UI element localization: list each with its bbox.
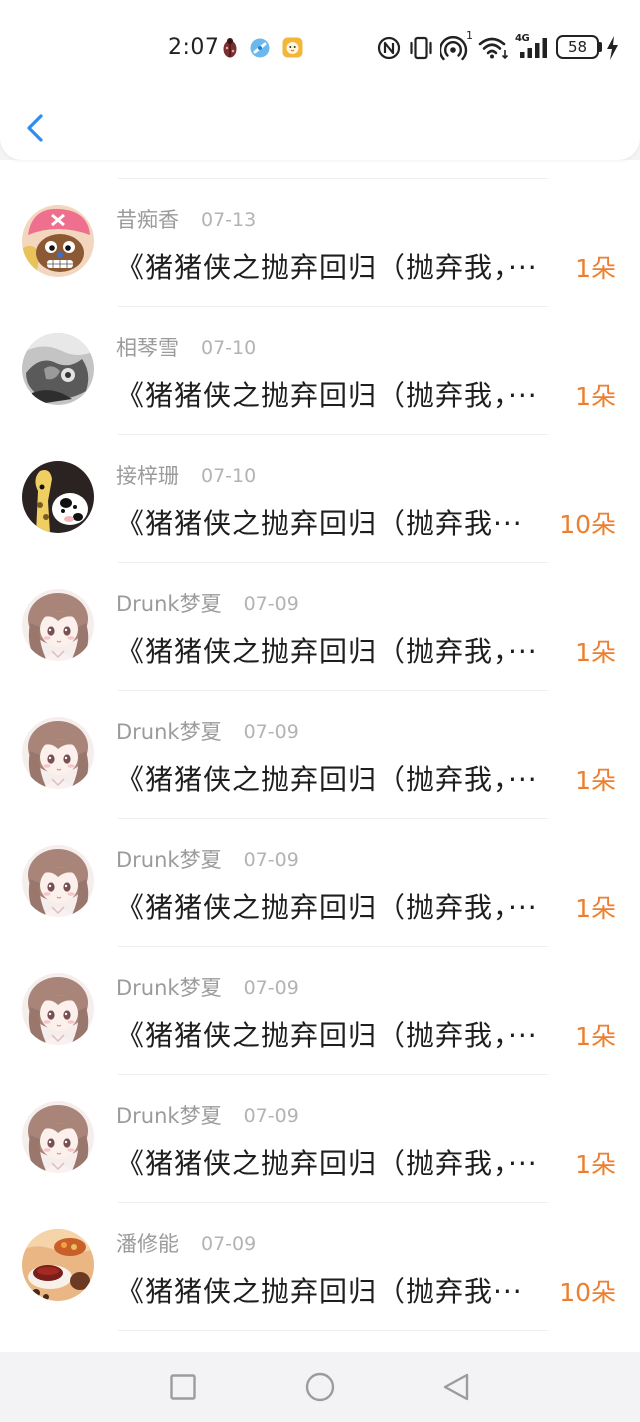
send-date: 07-09: [243, 593, 299, 615]
name-row: 昔痴香 07-13: [116, 207, 256, 233]
vibrate-icon: [410, 36, 432, 60]
list-item[interactable]: 昔痴香 07-13 《猪猪侠之抛弃回归（抛弃我，··· 1朵: [0, 178, 640, 306]
list-item[interactable]: 潘修能 07-09 《猪猪侠之抛弃回归（抛弃我··· 10朵: [0, 1202, 640, 1331]
sender-name: 相琴雪: [116, 336, 179, 360]
send-date: 07-09: [243, 977, 299, 999]
avatar[interactable]: [22, 1101, 94, 1173]
send-date: 07-09: [243, 721, 299, 743]
ladybug-app-icon: [223, 38, 237, 58]
gift-count: 1朵: [575, 894, 616, 923]
gift-message: 《猪猪侠之抛弃回归（抛弃我，···: [116, 379, 538, 412]
back-icon[interactable]: [441, 1372, 471, 1402]
send-date: 07-13: [201, 209, 257, 231]
gift-message: 《猪猪侠之抛弃回归（抛弃我，···: [116, 1019, 538, 1052]
sender-name: Drunk梦夏: [116, 848, 222, 872]
send-date: 07-09: [243, 1105, 299, 1127]
charging-icon: [607, 36, 618, 60]
sender-name: 昔痴香: [116, 208, 179, 232]
gift-message: 《猪猪侠之抛弃回归（抛弃我，···: [116, 251, 538, 284]
blue-app-icon: [250, 38, 270, 58]
back-button[interactable]: [16, 106, 56, 150]
recent-apps-icon[interactable]: [168, 1372, 198, 1402]
gift-count: 1朵: [575, 382, 616, 411]
avatar[interactable]: [22, 205, 94, 277]
list-item[interactable]: 接梓珊 07-10 《猪猪侠之抛弃回归（抛弃我··· 10朵: [0, 434, 640, 562]
gift-count: 1朵: [575, 1022, 616, 1051]
send-date: 07-09: [243, 849, 299, 871]
sender-name: Drunk梦夏: [116, 1104, 222, 1128]
sender-name: Drunk梦夏: [116, 592, 222, 616]
gift-message: 《猪猪侠之抛弃回归（抛弃我，···: [116, 763, 538, 796]
gift-message: 《猪猪侠之抛弃回归（抛弃我，···: [116, 1147, 538, 1180]
name-row: Drunk梦夏 07-09: [116, 975, 299, 1001]
name-row: Drunk梦夏 07-09: [116, 591, 299, 617]
list-item[interactable]: Drunk梦夏 07-09 《猪猪侠之抛弃回归（抛弃我，··· 1朵: [0, 690, 640, 818]
gift-message: 《猪猪侠之抛弃回归（抛弃我，···: [116, 891, 538, 924]
system-nav-bar: [0, 1352, 640, 1422]
name-row: Drunk梦夏 07-09: [116, 1103, 299, 1129]
hotspot-icon: [440, 36, 468, 61]
gift-message: 《猪猪侠之抛弃回归（抛弃我···: [116, 1275, 523, 1308]
list-item[interactable]: 相琴雪 07-10 《猪猪侠之抛弃回归（抛弃我，··· 1朵: [0, 306, 640, 434]
gift-message: 《猪猪侠之抛弃回归（抛弃我，···: [116, 635, 538, 668]
send-date: 07-10: [201, 465, 257, 487]
battery-tip: [599, 42, 602, 52]
nfc-icon: [377, 36, 401, 60]
sender-name: 潘修能: [116, 1232, 179, 1256]
avatar[interactable]: [22, 333, 94, 405]
chevron-left-icon: [27, 114, 43, 142]
send-date: 07-10: [201, 337, 257, 359]
yellow-app-icon: [282, 37, 303, 58]
sender-name: 接梓珊: [116, 464, 179, 488]
gift-count: 1朵: [575, 254, 616, 283]
name-row: 接梓珊 07-10: [116, 463, 256, 489]
status-bar: 2:07 1 4G 58: [0, 0, 640, 96]
name-row: 潘修能 07-09: [116, 1231, 256, 1257]
gift-count: 1朵: [575, 1150, 616, 1179]
top-header: 2:07 1 4G 58: [0, 0, 640, 160]
home-icon[interactable]: [305, 1372, 335, 1402]
name-row: Drunk梦夏 07-09: [116, 719, 299, 745]
list-item[interactable]: Drunk梦夏 07-09 《猪猪侠之抛弃回归（抛弃我，··· 1朵: [0, 1074, 640, 1202]
gift-count: 10朵: [559, 510, 616, 539]
avatar[interactable]: [22, 1229, 94, 1301]
name-row: Drunk梦夏 07-09: [116, 847, 299, 873]
cellular-signal-icon: [520, 38, 547, 58]
hotspot-count: 1: [466, 29, 473, 42]
avatar[interactable]: [22, 973, 94, 1045]
avatar[interactable]: [22, 845, 94, 917]
gift-count: 10朵: [559, 1278, 616, 1307]
gift-message: 《猪猪侠之抛弃回归（抛弃我···: [116, 507, 523, 540]
avatar[interactable]: [22, 589, 94, 661]
avatar[interactable]: [22, 461, 94, 533]
send-date: 07-09: [201, 1233, 257, 1255]
name-row: 相琴雪 07-10: [116, 335, 256, 361]
list-item[interactable]: Drunk梦夏 07-09 《猪猪侠之抛弃回归（抛弃我，··· 1朵: [0, 562, 640, 690]
gift-count: 1朵: [575, 766, 616, 795]
gift-count: 1朵: [575, 638, 616, 667]
battery-icon: 58: [556, 35, 599, 59]
status-time: 2:07: [168, 35, 220, 60]
avatar[interactable]: [22, 717, 94, 789]
sender-name: Drunk梦夏: [116, 976, 222, 1000]
wifi-icon: [478, 37, 509, 60]
list-item[interactable]: Drunk梦夏 07-09 《猪猪侠之抛弃回归（抛弃我，··· 1朵: [0, 818, 640, 946]
list-item[interactable]: Drunk梦夏 07-09 《猪猪侠之抛弃回归（抛弃我，··· 1朵: [0, 946, 640, 1074]
gift-record-list: 昔痴香 07-13 《猪猪侠之抛弃回归（抛弃我，··· 1朵 相琴雪 07-10…: [0, 160, 640, 1352]
sender-name: Drunk梦夏: [116, 720, 222, 744]
